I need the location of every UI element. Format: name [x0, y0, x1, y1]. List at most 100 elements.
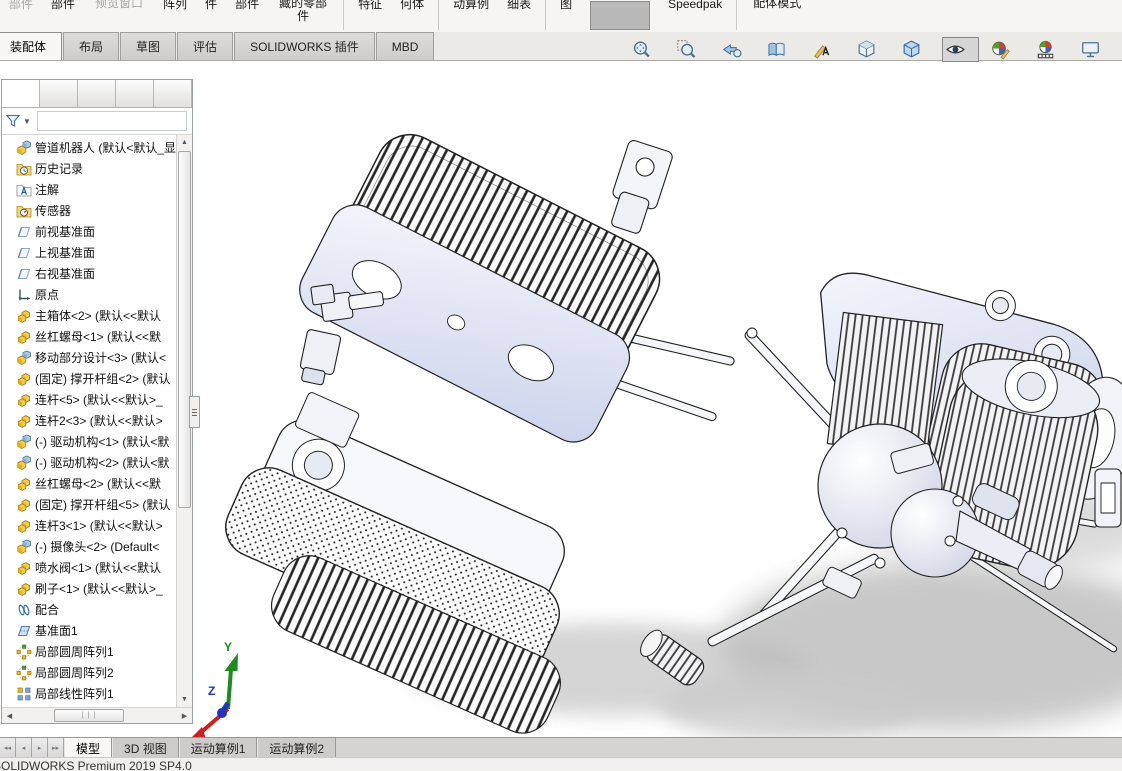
tab-nav-button[interactable]: ◂	[16, 738, 32, 758]
tree-item[interactable]: ▸ 注解	[2, 179, 177, 200]
command-tab-label: SOLIDWORKS 插件	[250, 38, 359, 55]
tree-item[interactable]: ▸ 上视基准面	[2, 242, 177, 263]
ribbon-button[interactable]: 件 ▼	[205, 0, 217, 25]
tab-nav-button[interactable]: ▸	[32, 738, 48, 758]
panel-splitter-handle[interactable]	[189, 396, 200, 428]
tree-item[interactable]: ▸ 丝杠螺母<2> (默认<<默	[2, 473, 177, 494]
study-tab[interactable]: 运动算例2	[257, 738, 336, 758]
ribbon-button[interactable]: 细表 ▼	[507, 0, 531, 25]
study-tab[interactable]: 运动算例1	[179, 738, 258, 758]
tree-item-label: 移动部分设计<3> (默认<	[35, 349, 166, 366]
tree-item-icon	[16, 161, 32, 177]
command-tab-label: MBD	[392, 40, 419, 54]
tree-item[interactable]: ▸ 主箱体<2> (默认<<默认	[2, 305, 177, 326]
ribbon-button[interactable]: 部件 ▼	[51, 0, 75, 25]
view-tool-button[interactable]: ▼	[853, 37, 890, 62]
tree-item-label: 连杆2<3> (默认<<默认>	[35, 412, 163, 429]
tree-item[interactable]: ▸ 右视基准面	[2, 263, 177, 284]
tree-item[interactable]: ▸ 前视基准面	[2, 221, 177, 242]
tree-item[interactable]: ▸ 基准面1	[2, 620, 177, 641]
ribbon-button[interactable]: ▼	[590, 1, 650, 30]
study-tab[interactable]: 3D 视图	[112, 738, 179, 758]
view-tool-icon	[721, 39, 742, 60]
tree-item[interactable]: ▸ 连杆3<1> (默认<<默认>	[2, 515, 177, 536]
tree-item-icon	[16, 266, 32, 282]
pipe-robot-model[interactable]: Y Z X	[190, 61, 1122, 737]
ribbon-button[interactable]: 部件 ▼	[235, 0, 259, 25]
panel-tab-icon	[12, 85, 29, 102]
ribbon-button[interactable]: 图 ▼	[560, 0, 572, 25]
tree-item[interactable]: ▸ 局部线性阵列1	[2, 683, 177, 704]
tree-item[interactable]: ▸ 传感器	[2, 200, 177, 221]
tree-item[interactable]: ▸ (固定) 撑开杆组<5> (默认	[2, 494, 177, 515]
study-tab-label: 运动算例2	[269, 740, 324, 757]
ribbon-button[interactable]: 配体模式 ▼	[751, 0, 803, 24]
command-tab[interactable]: MBD	[376, 32, 435, 60]
command-tab[interactable]: 草图	[120, 32, 176, 60]
scroll-left-icon[interactable]: ◀	[2, 708, 17, 723]
ribbon-button[interactable]: 特征 ▼	[358, 0, 382, 25]
tree-item[interactable]: ▸ (-) 驱动机构<1> (默认<默	[2, 431, 177, 452]
view-tool-icon	[1080, 39, 1101, 60]
view-tool-button[interactable]: ▼	[987, 37, 1024, 62]
tree-item-icon	[16, 644, 32, 660]
tree-item[interactable]: ▸ 局部圆周阵列2	[2, 662, 177, 683]
filter-input[interactable]	[37, 111, 187, 131]
view-tool-button[interactable]: ▼	[808, 37, 845, 62]
tree-item[interactable]: ▸ (-) 驱动机构<2> (默认<默	[2, 452, 177, 473]
command-tab[interactable]: SOLIDWORKS 插件	[234, 32, 375, 60]
ribbon-button[interactable]: Speedpak ▼	[668, 0, 722, 25]
view-tool-button[interactable]: ▼	[942, 37, 979, 62]
filter-funnel-icon[interactable]	[5, 113, 21, 129]
tree-item[interactable]: ▸ 丝杠螺母<1> (默认<<默	[2, 326, 177, 347]
tree-horizontal-scrollbar[interactable]: ◀ | | | ▶	[2, 707, 192, 723]
tree-item[interactable]: ▸ (-) 摄像头<2> (Default<	[2, 536, 177, 557]
panel-tab[interactable]	[40, 80, 78, 107]
tree-item[interactable]: ▸ 刷子<1> (默认<<默认>_	[2, 578, 177, 599]
tab-nav-button[interactable]: ▸▸	[48, 738, 64, 758]
study-tab[interactable]: 模型	[64, 738, 112, 758]
view-tool-button[interactable]: ▼	[628, 37, 665, 62]
ribbon-button[interactable]: 动算例 ▼	[453, 0, 489, 25]
tree-item[interactable]: ▸ 连杆<5> (默认<<默认>_	[2, 389, 177, 410]
tab-nav-button[interactable]: ◂◂	[0, 738, 16, 758]
view-tool-button[interactable]: ▼	[1077, 37, 1114, 62]
dropdown-arrow-icon[interactable]: ▼	[23, 117, 31, 126]
command-tab[interactable]: 布局	[63, 32, 119, 60]
ribbon-button[interactable]: ▼	[438, 0, 439, 30]
scrollbar-thumb[interactable]: | | |	[54, 709, 124, 722]
tree-item[interactable]: ▸ 历史记录	[2, 158, 177, 179]
ribbon-button[interactable]: ▼	[736, 0, 737, 30]
tree-item[interactable]: ▸ 移动部分设计<3> (默认<	[2, 347, 177, 368]
tree-item-label: (固定) 撑开杆组<5> (默认	[35, 496, 170, 513]
view-tool-button[interactable]: ▼	[1032, 37, 1069, 62]
tree-item[interactable]: ▸ 局部圆周阵列1	[2, 641, 177, 662]
tree-item[interactable]: ▸ 喷水阀<1> (默认<<默认	[2, 557, 177, 578]
scroll-right-icon[interactable]: ▶	[177, 708, 192, 723]
tree-item[interactable]: ▸ (固定) 撑开杆组<2> (默认	[2, 368, 177, 389]
ribbon-button[interactable]: ▼	[545, 0, 546, 30]
tree-item[interactable]: ▸ 原点	[2, 284, 177, 305]
ribbon-button[interactable]: 部件 ▼	[9, 0, 33, 25]
view-tool-button[interactable]: ▼	[718, 37, 755, 62]
tree-item[interactable]: ▸ 配合	[2, 599, 177, 620]
ribbon-button[interactable]: 藏的零部件 ▼	[277, 0, 329, 33]
scroll-up-icon[interactable]: ▲	[177, 135, 192, 150]
view-tool-button[interactable]: ▼	[898, 37, 935, 62]
command-tab[interactable]: 评估	[177, 32, 233, 60]
ribbon-button[interactable]: 何体 ▼	[400, 0, 424, 25]
scroll-down-icon[interactable]: ▼	[177, 692, 192, 707]
panel-tab[interactable]	[78, 80, 116, 107]
view-tool-button[interactable]: ▼	[763, 37, 800, 62]
panel-tab[interactable]	[154, 80, 192, 107]
view-tool-button[interactable]: ▼	[673, 37, 710, 62]
panel-tab[interactable]	[2, 80, 40, 107]
scrollbar-thumb[interactable]	[178, 151, 191, 508]
tree-item[interactable]: ▸ 管道机器人 (默认<默认_显示	[2, 137, 177, 158]
ribbon-button[interactable]: 阵列 ▼	[163, 0, 187, 25]
tree-item[interactable]: ▸ 连杆2<3> (默认<<默认>	[2, 410, 177, 431]
command-tab[interactable]: 装配体	[0, 32, 62, 60]
ribbon-button[interactable]: 预览窗口 ▼	[93, 0, 145, 24]
panel-tab[interactable]	[116, 80, 154, 107]
ribbon-button[interactable]: ▼	[343, 0, 344, 30]
